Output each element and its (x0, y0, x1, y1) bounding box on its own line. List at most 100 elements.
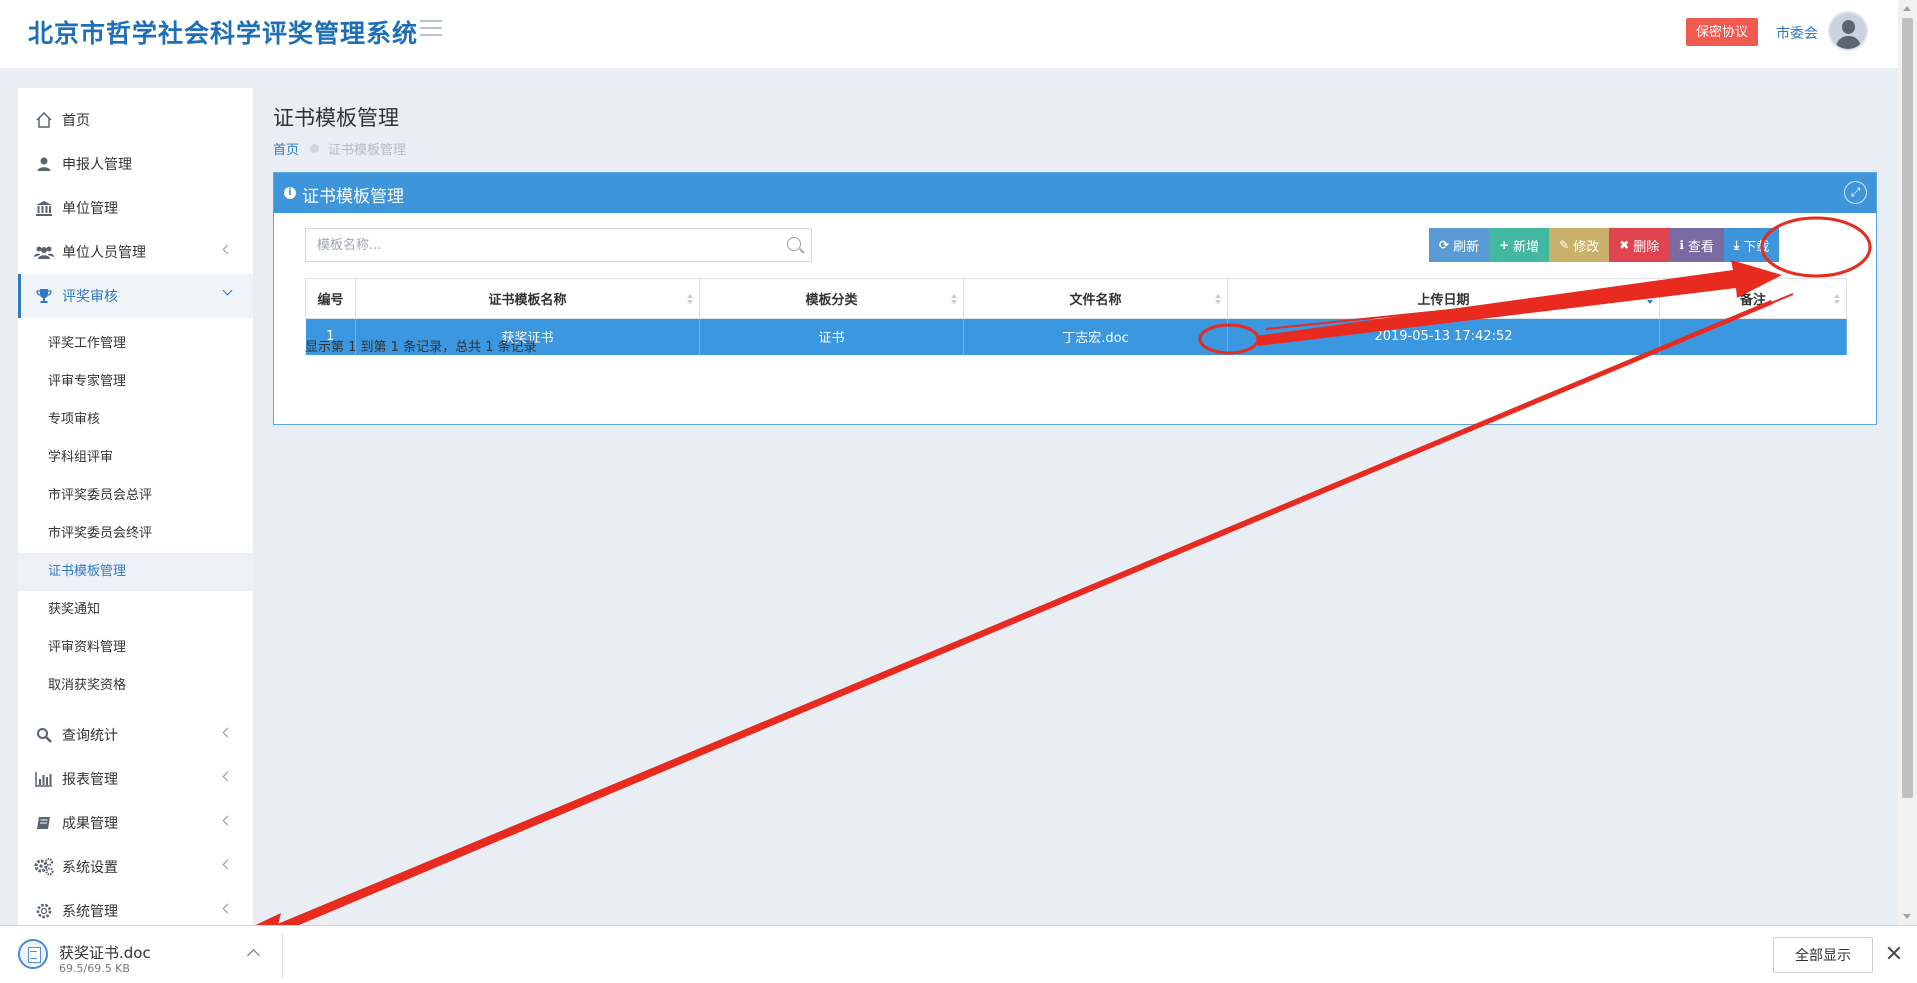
sidebar-item-label: 报表管理 (62, 772, 118, 788)
sidebar-subitem[interactable]: 专项审核 (18, 401, 253, 439)
table-cell: 2019-05-13 17:42:52 (1227, 318, 1660, 355)
sidebar-subitem[interactable]: 评审专家管理 (18, 363, 253, 401)
sidebar-item-system-management[interactable]: 系统管理 (18, 889, 253, 925)
column-header[interactable]: 上传日期 (1227, 278, 1660, 319)
sidebar-subitem[interactable]: 学科组评审 (18, 439, 253, 477)
add-button[interactable]: + 新增 (1489, 228, 1550, 262)
sidebar-subitem[interactable]: 市评奖委员会终评 (18, 515, 253, 553)
download-bar: 获奖证书.doc 69.5/69.5 KB 全部显示 (0, 925, 1917, 983)
sidebar-item-units[interactable]: 单位管理 (18, 186, 253, 230)
sidebar-item-home[interactable]: 首页 (18, 98, 253, 142)
sidebar-subitem[interactable]: 获奖通知 (18, 591, 253, 629)
column-header[interactable]: 编号 (305, 278, 356, 319)
active-indicator (18, 274, 21, 318)
chevron-left-icon (222, 771, 233, 782)
panel-title: 证书模板管理 (302, 187, 404, 207)
sidebar-item-award-review[interactable]: 评奖审核 (18, 274, 253, 318)
refresh-button[interactable]: ⟳ 刷新 (1429, 228, 1490, 262)
download-file-size: 69.5/69.5 KB (59, 962, 130, 975)
sidebar-subitem[interactable]: 评审资料管理 (18, 629, 253, 667)
refresh-icon: ⟳ (1439, 238, 1450, 252)
chevron-up-icon[interactable] (247, 949, 260, 962)
users-icon (34, 242, 54, 262)
expand-icon[interactable]: ⤢ (1844, 181, 1867, 204)
search-input[interactable] (306, 229, 766, 261)
edit-button[interactable]: ✎ 修改 (1549, 228, 1610, 262)
sidebar-item-system-settings[interactable]: 系统设置 (18, 845, 253, 889)
sidebar-item-label: 系统管理 (62, 904, 118, 920)
sort-icon[interactable] (1215, 294, 1221, 305)
avatar[interactable] (1828, 11, 1868, 51)
chevron-left-icon (222, 244, 233, 255)
confidentiality-agreement-button[interactable]: 保密协议 (1686, 18, 1758, 46)
sidebar-subitem[interactable]: 评奖工作管理 (18, 325, 253, 363)
column-header[interactable]: 文件名称 (963, 278, 1228, 319)
toolbar-button-label: 删除 (1633, 239, 1660, 255)
breadcrumb-current: 证书模板管理 (328, 143, 407, 158)
app-title: 北京市哲学社会科学评奖管理系统 (28, 19, 419, 48)
toolbar-button-label: 刷新 (1453, 239, 1480, 255)
sort-icon[interactable] (687, 294, 693, 305)
download-file-name[interactable]: 获奖证书.doc (59, 942, 151, 963)
sidebar-subitem-active[interactable]: 证书模板管理 (18, 553, 253, 591)
toolbar-button-label: 下载 (1743, 239, 1770, 255)
scroll-thumb[interactable] (1902, 18, 1913, 798)
sidebar-subitem[interactable]: 市评奖委员会总评 (18, 477, 253, 515)
top-header: 北京市哲学社会科学评奖管理系统 保密协议 市委会 (0, 0, 1898, 68)
sidebar-item-label: 单位人员管理 (62, 245, 146, 261)
search-icon (34, 725, 54, 745)
pager-info: 显示第 1 到第 1 条记录，总共 1 条记录 (305, 340, 537, 355)
sidebar-subitem[interactable]: 取消获奖资格 (18, 667, 253, 705)
chevron-left-icon (222, 815, 233, 826)
column-header-label: 编号 (317, 293, 344, 308)
sidebar-item-query-stats[interactable]: 查询统计 (18, 713, 253, 757)
bar-chart-icon (34, 769, 54, 789)
sidebar-item-reports[interactable]: 报表管理 (18, 757, 253, 801)
sort-icon[interactable] (951, 294, 957, 305)
view-icon: ℹ (1679, 238, 1684, 252)
scroll-up-arrow-icon[interactable] (1903, 6, 1911, 11)
column-header-label: 模板分类 (805, 293, 858, 308)
chevron-left-icon (222, 727, 233, 738)
trophy-icon (34, 286, 54, 306)
sidebar-item-unit-staff[interactable]: 单位人员管理 (18, 230, 253, 274)
delete-icon: ✖ (1619, 238, 1630, 252)
delete-button[interactable]: ✖ 删除 (1609, 228, 1670, 262)
column-header[interactable]: 证书模板名称 (355, 278, 700, 319)
edit-icon: ✎ (1559, 238, 1570, 252)
divider (282, 934, 283, 978)
close-icon[interactable] (1886, 945, 1902, 961)
toolbar-button-label: 查看 (1687, 239, 1714, 255)
sidebar-item-achievements[interactable]: 成果管理 (18, 801, 253, 845)
toolbar-button-label: 修改 (1573, 239, 1600, 255)
download-icon: ⤓ (1733, 237, 1740, 252)
user-name[interactable]: 市委会 (1776, 23, 1818, 43)
scroll-down-arrow-icon[interactable] (1903, 914, 1911, 919)
sidebar-item-label: 评奖审核 (62, 289, 118, 305)
word-document-icon[interactable] (18, 939, 48, 969)
menu-toggle-icon[interactable] (420, 20, 442, 38)
table-header-row: 编号 证书模板名称 模板分类 文件名称 上传日期 备注 (305, 278, 1847, 319)
sort-icon[interactable] (1834, 294, 1840, 305)
column-header-label: 上传日期 (1417, 293, 1470, 308)
sidebar-item-label: 系统设置 (62, 860, 118, 876)
page-scrollbar[interactable] (1898, 0, 1917, 925)
column-header[interactable]: 备注 (1659, 278, 1847, 319)
chevron-down-icon (222, 285, 233, 296)
show-all-button[interactable]: 全部显示 (1773, 937, 1873, 973)
info-circle-icon: i (284, 187, 296, 199)
template-panel: i 证书模板管理 ⤢ ⟳刷新+新增✎修改✖删除ℹ查看⤓下载 编号证书模板名称模板… (273, 172, 1877, 425)
breadcrumb-home-link[interactable]: 首页 (273, 139, 299, 158)
download-button[interactable]: ⤓ 下载 (1723, 228, 1780, 262)
action-toolbar: ⟳ 刷新 + 新增 ✎ 修改 ✖ 删除 ℹ 查看 ⤓ 下载 (1429, 228, 1780, 262)
chevron-left-icon (222, 859, 233, 870)
column-header-label: 证书模板名称 (488, 293, 567, 308)
search-icon[interactable] (787, 237, 801, 251)
sidebar-item-label: 成果管理 (62, 816, 118, 832)
table-cell (1659, 318, 1847, 355)
table-cell: 证书 (699, 318, 964, 355)
column-header[interactable]: 模板分类 (699, 278, 964, 319)
view-button[interactable]: ℹ 查看 (1669, 228, 1724, 262)
sort-desc-icon[interactable] (1647, 294, 1653, 305)
sidebar-item-applicants[interactable]: 申报人管理 (18, 142, 253, 186)
